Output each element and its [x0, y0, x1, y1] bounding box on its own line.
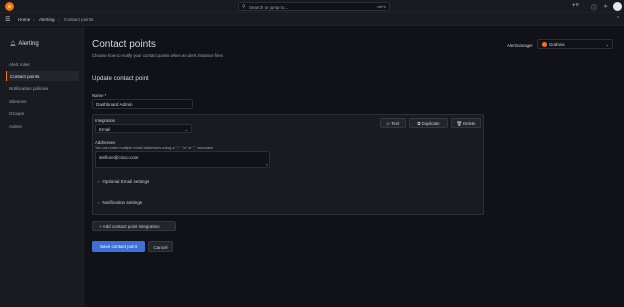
help-icon[interactable]: ⓘ [591, 3, 597, 12]
section-title: Update contact point [92, 75, 149, 82]
addresses-textarea[interactable]: stefiore@cisco.com ⇲ [95, 151, 270, 168]
duplicate-button[interactable]: ⧉ Duplicate [409, 118, 448, 128]
notification-settings-label: Notification settings [102, 200, 143, 205]
search-input[interactable]: ⚲ Search or jump to... ctrl+k [238, 2, 390, 11]
search-icon: ⚲ [242, 4, 246, 10]
delete-button-label: Delete [463, 121, 476, 127]
avatar-icon[interactable] [613, 2, 622, 11]
cancel-button[interactable]: Cancel [148, 241, 173, 252]
integration-select[interactable]: Email ⌄ [95, 124, 192, 133]
resize-handle-icon[interactable]: ⇲ [265, 163, 268, 167]
sidebar-item-silences[interactable]: Silences [6, 96, 79, 106]
addresses-value: stefiore@cisco.com [99, 154, 139, 160]
grafana-logo-icon[interactable] [5, 2, 14, 11]
plus-icon[interactable]: +˅ [572, 3, 579, 9]
chevron-right-icon: › [98, 200, 100, 205]
chevron-down-icon: ⌄ [184, 126, 188, 132]
sidebar-item-groups[interactable]: Groups [6, 108, 79, 118]
page-title: Contact points [92, 39, 156, 50]
alertmanager-select[interactable]: Grafana ⌄ [537, 39, 613, 49]
breadcrumb-home[interactable]: Home [18, 17, 30, 22]
breadcrumb-alerting[interactable]: Alerting [39, 17, 55, 22]
search-shortcut: ctrl+k [376, 4, 386, 9]
sidebar-item-contact-points[interactable]: Contact points [6, 71, 79, 81]
sidebar-item-notification-policies[interactable]: Notification policies [6, 83, 79, 93]
breadcrumb-separator: › [58, 17, 60, 22]
bell-icon: 🔔︎ [10, 41, 17, 47]
alertmanager-label: Alertmanager [507, 43, 533, 48]
breadcrumb-separator: › [33, 17, 35, 22]
page-subtitle: Choose how to notify your contact points… [92, 53, 223, 58]
rss-icon[interactable]: ∻ [603, 3, 608, 10]
optional-email-settings-toggle[interactable]: › Optional Email settings [98, 179, 149, 184]
alertmanager-value: Grafana [549, 42, 565, 48]
name-label: Name * [92, 93, 107, 98]
grafana-icon [542, 42, 547, 47]
delete-button[interactable]: 🗑︎ Delete [451, 118, 481, 128]
integration-label: Integration [95, 118, 116, 123]
addresses-label: Addresses [95, 140, 116, 145]
name-input[interactable]: Dashboard Admin [92, 99, 193, 109]
sidebar-title-label: Alerting [18, 41, 39, 47]
top-bar: ⚲ Search or jump to... ctrl+k +˅ ⓘ ∻ [0, 0, 624, 13]
search-placeholder: Search or jump to... [249, 4, 289, 10]
integration-value: Email [99, 126, 111, 132]
addresses-hint: You can enter multiple email addresses u… [95, 146, 214, 150]
test-button-label: Test [391, 121, 400, 127]
breadcrumb-contact-points: Contact points [64, 17, 94, 22]
add-integration-label: Add contact point integration [102, 224, 160, 230]
sidebar-item-alert-rules[interactable]: Alert rules [6, 59, 79, 69]
notification-settings-toggle[interactable]: › Notification settings [98, 200, 142, 205]
optional-email-settings-label: Optional Email settings [102, 179, 150, 184]
add-integration-button[interactable]: + Add contact point integration [92, 221, 176, 231]
chevron-down-icon: ⌄ [605, 42, 609, 47]
chevron-right-icon: › [98, 179, 100, 184]
menu-icon[interactable]: ☰ [5, 16, 10, 23]
save-button[interactable]: Save contact point [92, 241, 145, 252]
breadcrumb-bar: ☰ Home › Alerting › Contact points ⌃ [0, 13, 624, 26]
test-button[interactable]: ▷ Test [380, 118, 406, 128]
duplicate-button-label: Duplicate [421, 121, 440, 127]
sidebar-item-admin[interactable]: Admin [6, 121, 79, 131]
chevron-up-icon[interactable]: ⌃ [616, 16, 620, 22]
sidebar: 🔔︎ Alerting Alert rules Contact points No… [0, 27, 84, 307]
sidebar-title: 🔔︎ Alerting [10, 41, 39, 47]
